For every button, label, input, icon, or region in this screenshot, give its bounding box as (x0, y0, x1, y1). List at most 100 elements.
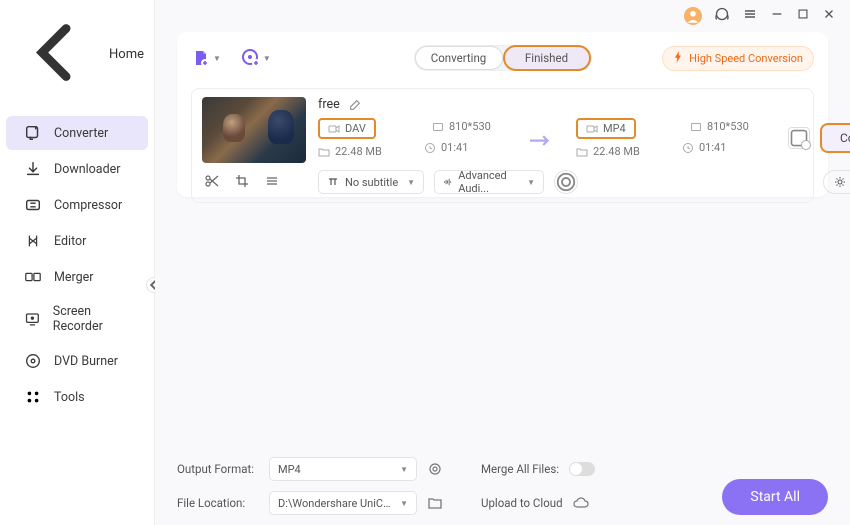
meta-value: 810*530 (707, 120, 749, 133)
chevron-down-icon: ▼ (407, 178, 415, 187)
dvd-icon (24, 352, 42, 370)
file-location-label: File Location: (177, 496, 259, 510)
sidebar-item-screen-recorder[interactable]: Screen Recorder (6, 296, 148, 342)
compressor-icon (24, 196, 42, 214)
sidebar-item-label: Editor (54, 234, 86, 249)
sidebar-item-label: Compressor (54, 198, 122, 213)
sidebar-item-label: Tools (54, 390, 85, 405)
option-strip: No subtitle ▼ Advanced Audi... ▼ Setting… (318, 170, 850, 194)
sidebar-item-converter[interactable]: Converter (6, 116, 148, 150)
avatar[interactable] (684, 7, 702, 25)
home-row[interactable]: Home (0, 0, 154, 109)
source-format-value: DAV (345, 122, 366, 135)
sidebar: Home Converter Downloader Compressor Edi… (0, 0, 155, 525)
status-tabs: Converting Finished (414, 45, 592, 71)
merge-toggle[interactable] (569, 462, 595, 476)
crop-icon[interactable] (234, 173, 250, 189)
effect-icon[interactable] (264, 173, 280, 189)
sidebar-item-dvd-burner[interactable]: DVD Burner (6, 344, 148, 378)
dest-format-col: MP4 22.48 MB (576, 118, 658, 158)
source-res-col: 810*530 01:41 (424, 118, 506, 154)
settings-button[interactable]: Settings (823, 170, 850, 194)
output-format-row: Output Format: MP4 ▼ Merge All Files: (177, 457, 828, 481)
dest-resolution-pill: 810*530 (682, 118, 757, 135)
source-duration: 01:41 (424, 141, 506, 154)
high-speed-label: High Speed Conversion (689, 52, 803, 65)
arrow-icon (530, 134, 552, 147)
add-dvd-icon (241, 48, 261, 68)
tab-finished[interactable]: Finished (503, 45, 591, 71)
upload-cloud-label: Upload to Cloud (481, 496, 563, 510)
maximize-button[interactable] (796, 7, 810, 25)
meta-value: 22.48 MB (335, 145, 382, 158)
audio-select[interactable]: Advanced Audi... ▼ (434, 170, 544, 194)
chevron-down-icon: ▼ (263, 54, 271, 63)
add-dvd-button[interactable]: ▼ (241, 48, 271, 68)
info-button[interactable] (554, 170, 578, 194)
meta-value: 810*530 (449, 120, 491, 133)
home-label: Home (109, 47, 144, 62)
sidebar-item-label: Downloader (54, 162, 121, 177)
merge-label: Merge All Files: (481, 462, 559, 476)
edit-name-icon[interactable] (348, 98, 362, 112)
titlebar (155, 0, 850, 32)
add-file-icon (191, 48, 211, 68)
high-speed-badge[interactable]: High Speed Conversion (662, 46, 814, 71)
dest-format-pill[interactable]: MP4 (576, 118, 636, 139)
chevron-down-icon: ▼ (400, 465, 408, 474)
main-area: ▼ ▼ Converting Finished High Speed Conve… (155, 0, 850, 525)
file-row: free DAV 22.48 MB (191, 88, 814, 203)
back-icon[interactable] (18, 14, 95, 95)
sidebar-item-editor[interactable]: Editor (6, 224, 148, 258)
tools-icon (24, 388, 42, 406)
sidebar-item-compressor[interactable]: Compressor (6, 188, 148, 222)
chevron-down-icon: ▼ (213, 54, 221, 63)
sidebar-item-label: DVD Burner (54, 354, 118, 369)
sidebar-item-tools[interactable]: Tools (6, 380, 148, 414)
select-value: Advanced Audi... (458, 169, 521, 195)
content-card: ▼ ▼ Converting Finished High Speed Conve… (177, 32, 828, 197)
convert-button[interactable]: Convert (820, 123, 850, 153)
chevron-down-icon: ▼ (400, 499, 408, 508)
clock-icon (682, 142, 694, 154)
output-settings-icon[interactable] (427, 461, 443, 477)
bolt-icon (673, 51, 683, 66)
file-location-select[interactable]: D:\Wondershare UniConverter 1 ▼ (269, 491, 417, 515)
preset-settings-icon[interactable] (788, 127, 810, 149)
sidebar-item-downloader[interactable]: Downloader (6, 152, 148, 186)
screen-recorder-icon (24, 310, 41, 328)
tab-label: Converting (431, 51, 487, 65)
minimize-button[interactable] (770, 7, 784, 25)
gear-icon (834, 176, 846, 188)
meta-value: 01:41 (699, 141, 726, 154)
folder-icon (576, 146, 588, 158)
sidebar-item-label: Screen Recorder (53, 304, 138, 334)
file-name: free (318, 97, 340, 112)
nav-list: Converter Downloader Compressor Editor M… (0, 109, 154, 415)
subtitle-select[interactable]: No subtitle ▼ (318, 170, 424, 194)
close-button[interactable] (822, 7, 836, 25)
sidebar-item-label: Merger (54, 270, 94, 285)
bottom-bar: Output Format: MP4 ▼ Merge All Files: Fi… (177, 457, 828, 515)
file-meta: free DAV 22.48 MB (318, 97, 850, 194)
add-file-button[interactable]: ▼ (191, 48, 221, 68)
video-thumbnail[interactable] (202, 97, 306, 163)
support-icon[interactable] (714, 6, 730, 26)
open-folder-icon[interactable] (427, 495, 443, 511)
trim-icon[interactable] (204, 173, 220, 189)
sidebar-item-label: Converter (54, 126, 108, 141)
source-resolution-pill: 810*530 (424, 118, 499, 135)
cloud-icon[interactable] (573, 495, 589, 511)
sidebar-item-merger[interactable]: Merger (6, 260, 148, 294)
download-icon (24, 160, 42, 178)
dest-res-col: 810*530 01:41 (682, 118, 764, 154)
subtitle-icon (327, 176, 339, 188)
output-format-select[interactable]: MP4 ▼ (269, 457, 417, 481)
dest-format-value: MP4 (603, 122, 626, 135)
select-value: D:\Wondershare UniConverter 1 (278, 497, 394, 510)
start-all-button[interactable]: Start All (722, 479, 828, 515)
info-grid: DAV 22.48 MB 810*530 (318, 118, 850, 158)
meta-value: 22.48 MB (593, 145, 640, 158)
menu-icon[interactable] (742, 6, 758, 26)
tab-converting[interactable]: Converting (415, 46, 503, 70)
